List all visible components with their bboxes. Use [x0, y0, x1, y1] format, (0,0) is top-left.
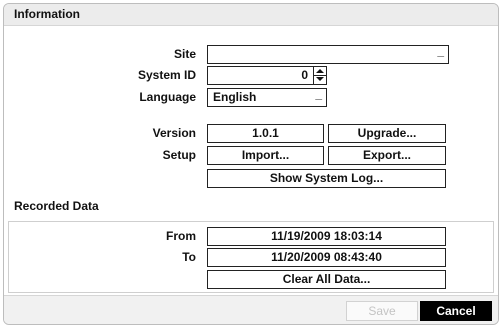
- recorded-data-title: Recorded Data: [14, 199, 99, 213]
- cancel-button[interactable]: Cancel: [420, 301, 492, 321]
- language-label: Language: [139, 90, 196, 104]
- site-dropdown-marker: _: [437, 44, 444, 58]
- information-header: Information: [4, 4, 498, 26]
- version-label: Version: [152, 126, 196, 140]
- dialog-footer: Save Cancel: [4, 295, 498, 324]
- clear-all-data-button[interactable]: Clear All Data...: [207, 270, 446, 289]
- information-dialog: Information Site _ System ID 0 Language …: [3, 3, 499, 325]
- site-label: Site: [173, 47, 196, 61]
- setup-label: Setup: [162, 148, 196, 162]
- language-select[interactable]: English _: [207, 87, 327, 107]
- spinner-up-icon[interactable]: [314, 67, 326, 75]
- spinner-down-icon[interactable]: [314, 75, 326, 84]
- language-value: English: [213, 90, 257, 104]
- save-button[interactable]: Save: [346, 301, 418, 321]
- from-value: 11/19/2009 18:03:14: [207, 227, 446, 246]
- to-value: 11/20/2009 08:43:40: [207, 248, 446, 267]
- from-label: From: [166, 229, 196, 243]
- to-label: To: [182, 250, 196, 264]
- system-id-spinner[interactable]: [313, 67, 326, 84]
- upgrade-button[interactable]: Upgrade...: [328, 124, 446, 143]
- recorded-data-header: Recorded Data: [4, 196, 498, 217]
- system-id-label: System ID: [137, 68, 196, 82]
- export-button[interactable]: Export...: [328, 146, 446, 165]
- system-id-input[interactable]: 0: [207, 66, 327, 85]
- version-value: 1.0.1: [207, 124, 324, 143]
- information-title: Information: [14, 7, 80, 21]
- site-input[interactable]: _: [207, 44, 449, 64]
- import-button[interactable]: Import...: [207, 146, 324, 165]
- show-system-log-button[interactable]: Show System Log...: [207, 169, 446, 188]
- site-value: [208, 47, 213, 61]
- language-dropdown-marker: _: [315, 87, 322, 101]
